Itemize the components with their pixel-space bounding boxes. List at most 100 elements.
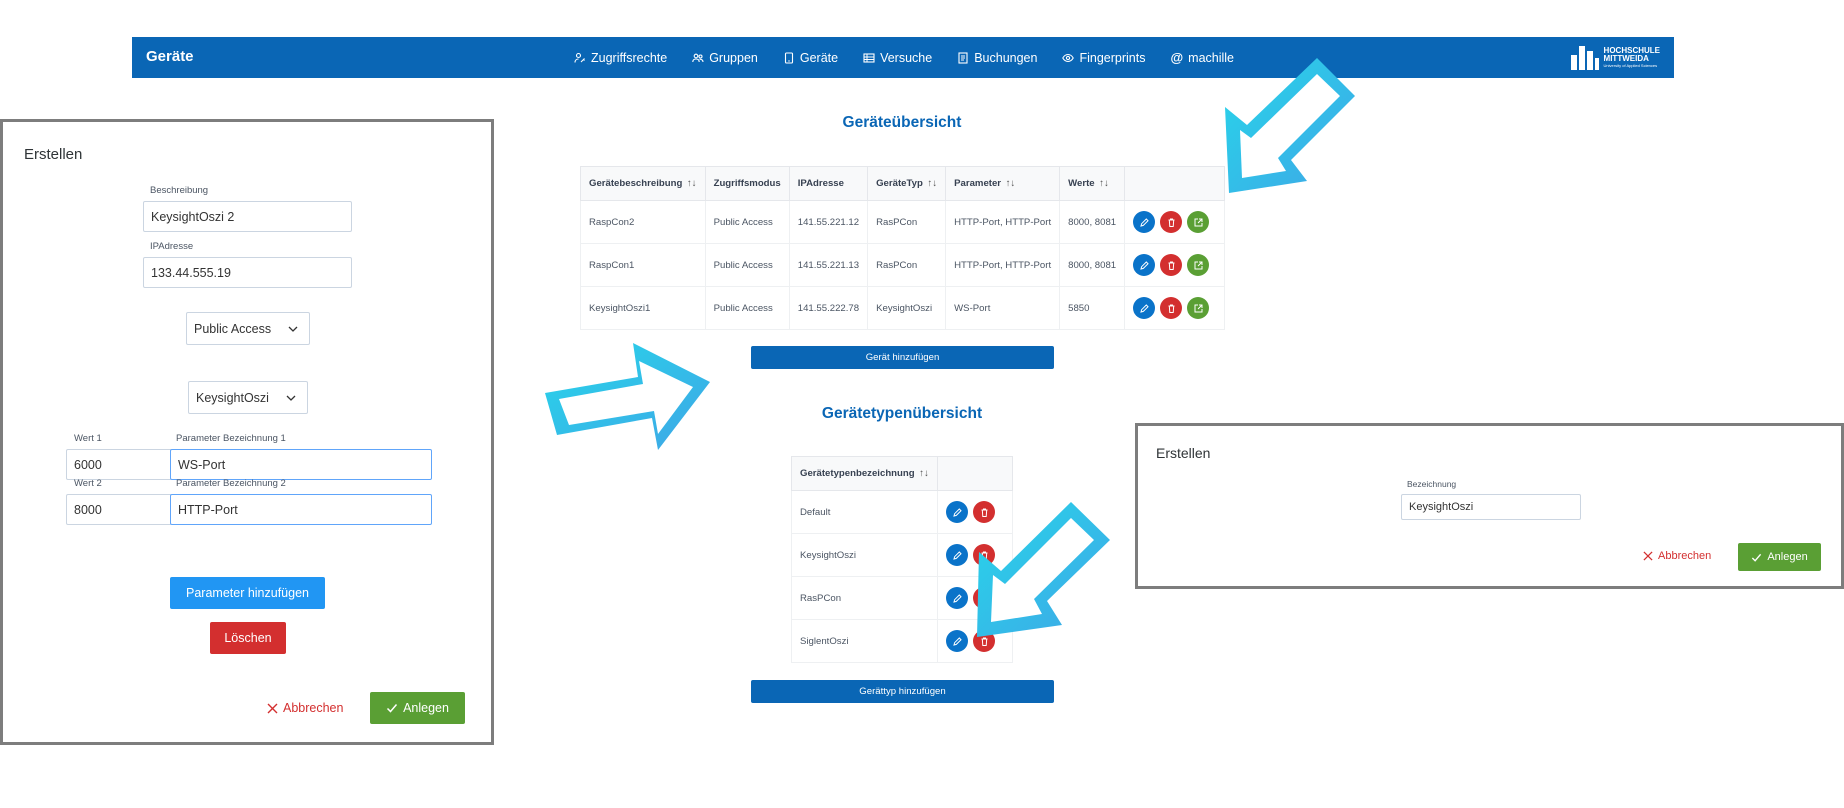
cancel-label: Abbrechen — [1658, 550, 1712, 562]
eye-icon — [1062, 53, 1075, 62]
edit-button[interactable] — [1133, 211, 1156, 233]
wert-2-input[interactable]: 8000 — [66, 494, 172, 525]
external-link-icon — [1194, 218, 1203, 226]
nav-label: Versuche — [880, 50, 933, 65]
nav-item-gruppen[interactable]: Gruppen — [692, 51, 758, 65]
cell-ip: 141.55.222.78 — [788, 286, 869, 330]
cell-description: RaspCon2 — [580, 200, 706, 244]
trash-icon — [1168, 304, 1175, 313]
external-link-icon — [1194, 261, 1203, 269]
access-mode-select[interactable]: Public Access — [186, 312, 310, 345]
cell-parameter: HTTP-Port, HTTP-Port — [945, 243, 1061, 287]
nav-item-zugriffsrechte[interactable]: Zugriffsrechte — [574, 51, 667, 65]
add-parameter-button[interactable]: Parameter hinzufügen — [170, 577, 325, 609]
cell-type: RasPCon — [867, 200, 947, 244]
col-geraetebeschreibung[interactable]: Gerätebeschreibung ↑↓ — [580, 166, 706, 201]
bezeichnung-label: Bezeichnung — [1407, 479, 1457, 489]
arrow-right-icon — [545, 343, 710, 450]
pencil-icon — [1139, 303, 1149, 313]
check-icon — [387, 704, 398, 713]
at-icon: @ — [1170, 50, 1184, 65]
cancel-button[interactable]: Abbrechen — [267, 701, 343, 715]
close-icon — [267, 703, 278, 713]
cell-type: RasPCon — [867, 243, 947, 287]
col-actions — [1124, 166, 1225, 201]
arrow-down-left-icon — [1225, 58, 1355, 193]
wert-2-label: Wert 2 — [74, 478, 102, 489]
chevron-down-icon — [286, 395, 296, 401]
sort-icon: ↑↓ — [1005, 178, 1016, 189]
col-geraetetypenbezeichnung[interactable]: Gerätetypenbezeichnung ↑↓ — [791, 456, 938, 491]
delete-button[interactable] — [1160, 297, 1183, 319]
open-button[interactable] — [1187, 211, 1210, 233]
pencil-icon — [952, 593, 962, 603]
col-ipadresse: IPAdresse — [788, 166, 869, 201]
wert-1-label: Wert 1 — [74, 433, 102, 444]
param-name-1-label: Parameter Bezeichnung 1 — [176, 433, 286, 444]
sort-icon: ↑↓ — [927, 178, 938, 189]
pencil-icon — [1139, 260, 1149, 270]
col-werte[interactable]: Werte ↑↓ — [1059, 166, 1126, 201]
nav-item-buchungen[interactable]: Buchungen — [957, 51, 1037, 65]
delete-parameter-button[interactable]: Löschen — [210, 622, 286, 654]
device-table-header: Gerätebeschreibung ↑↓ Zugriffsmodus IPAd… — [580, 166, 1225, 201]
cell-parameter: WS-Port — [945, 286, 1061, 330]
wert-1-input[interactable]: 6000 — [66, 449, 172, 480]
nav-item-geraete[interactable]: Geräte — [783, 51, 838, 65]
create-label: Anlegen — [1767, 551, 1808, 563]
delete-button[interactable] — [1160, 211, 1183, 233]
device-type-table-header: Gerätetypenbezeichnung ↑↓ — [791, 456, 1013, 491]
beschreibung-label: Beschreibung — [150, 185, 209, 196]
device-icon — [784, 51, 793, 64]
ip-input[interactable]: 133.44.555.19 — [143, 257, 352, 288]
create-label: Anlegen — [403, 701, 449, 715]
cell-ip: 141.55.221.12 — [788, 200, 869, 244]
add-device-type-button[interactable]: Gerättyp hinzufügen — [751, 680, 1054, 703]
list-icon — [863, 52, 875, 63]
device-type-select[interactable]: KeysightOszi — [188, 381, 308, 414]
param-name-2-input[interactable]: HTTP-Port — [170, 494, 432, 525]
edit-button[interactable] — [1133, 254, 1156, 276]
create-button[interactable]: Anlegen — [370, 692, 465, 724]
bezeichnung-input[interactable]: KeysightOszi — [1401, 494, 1581, 520]
open-button[interactable] — [1187, 297, 1210, 319]
cancel-button[interactable]: Abbrechen — [1643, 550, 1711, 562]
users-icon — [692, 53, 704, 62]
book-icon — [958, 51, 968, 64]
pencil-icon — [1139, 217, 1149, 227]
external-link-icon — [1194, 304, 1203, 312]
col-parameter[interactable]: Parameter ↑↓ — [945, 166, 1061, 201]
nav-item-versuche[interactable]: Versuche — [863, 51, 932, 65]
nav-item-fingerprints[interactable]: Fingerprints — [1062, 51, 1145, 65]
create-button[interactable]: Anlegen — [1738, 543, 1821, 571]
arrow-down-left-icon — [977, 502, 1110, 637]
user-key-icon — [574, 52, 585, 63]
trash-icon — [1168, 261, 1175, 270]
navbar-menu: Zugriffsrechte Gruppen Geräte Versuche B… — [574, 37, 1234, 78]
logo-text: HOCHSCHULE MITTWEIDA University of Appli… — [1603, 45, 1660, 68]
cell-access: Public Access — [704, 243, 790, 287]
cell-type-name: Default — [791, 490, 938, 534]
navbar-brand[interactable]: Geräte — [146, 48, 194, 65]
open-button[interactable] — [1187, 254, 1210, 276]
pencil-icon — [952, 550, 962, 560]
col-geraetetyp[interactable]: GeräteTyp ↑↓ — [867, 166, 947, 201]
add-device-button[interactable]: Gerät hinzufügen — [751, 346, 1054, 369]
col-zugriffsmodus: Zugriffsmodus — [704, 166, 790, 201]
cell-type: KeysightOszi — [867, 286, 947, 330]
pencil-icon — [952, 636, 962, 646]
cell-parameter: HTTP-Port, HTTP-Port — [945, 200, 1061, 244]
edit-button[interactable] — [1133, 297, 1156, 319]
annotation-arrow-down-left-2 — [965, 498, 1115, 648]
param-name-1-input[interactable]: WS-Port — [170, 449, 432, 480]
table-row: RaspCon2 Public Access 141.55.221.12 Ras… — [580, 200, 1225, 244]
chevron-down-icon — [288, 326, 298, 332]
annotation-arrow-down-left-1 — [1215, 50, 1360, 200]
device-table: Gerätebeschreibung ↑↓ Zugriffsmodus IPAd… — [580, 166, 1225, 330]
cancel-label: Abbrechen — [283, 701, 344, 715]
delete-button[interactable] — [1160, 254, 1183, 276]
beschreibung-input[interactable]: KeysightOszi 2 — [143, 201, 352, 232]
university-logo: HOCHSCHULE MITTWEIDA University of Appli… — [1570, 42, 1660, 72]
cell-access: Public Access — [704, 286, 790, 330]
col-actions — [937, 456, 1013, 491]
